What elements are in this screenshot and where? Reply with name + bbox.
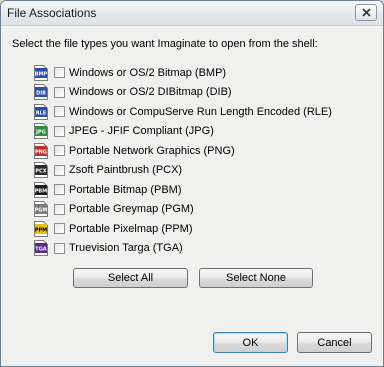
file-type-label: Portable Pixelmap (PPM) — [69, 222, 193, 235]
ok-button[interactable]: OK — [213, 332, 288, 353]
file-type-row[interactable]: JPG JPEG - JFIF Compliant (JPG) — [34, 122, 332, 142]
file-type-row[interactable]: PCX Zsoft Paintbrush (PCX) — [34, 161, 332, 181]
pbm-file-icon: PBM — [34, 181, 48, 198]
dialog-body: Select the file types you want Imaginate… — [1, 26, 383, 366]
file-type-icon-text: PNG — [35, 149, 47, 155]
file-type-icon-text: PGM — [35, 208, 48, 214]
bmp-file-icon: BMP — [34, 64, 48, 81]
file-type-label: Windows or OS/2 Bitmap (BMP) — [69, 66, 227, 79]
jpg-file-icon: JPG — [34, 123, 48, 140]
file-type-icon-text: TGA — [35, 247, 47, 253]
file-type-checkbox[interactable] — [54, 242, 65, 254]
file-type-icon-text: PPM — [35, 227, 47, 233]
file-type-icon-text: RLE — [36, 110, 47, 116]
title-bar[interactable]: File Associations — [1, 1, 383, 26]
file-type-label: Truevision Targa (TGA) — [69, 242, 183, 255]
file-type-label: Zsoft Paintbrush (PCX) — [69, 164, 183, 177]
file-type-checkbox[interactable] — [54, 145, 65, 157]
file-type-checkbox[interactable] — [54, 125, 65, 137]
file-type-checkbox[interactable] — [54, 164, 65, 176]
rle-file-icon: RLE — [34, 103, 48, 120]
select-none-button[interactable]: Select None — [199, 268, 313, 288]
file-type-row[interactable]: PBM Portable Bitmap (PBM) — [34, 180, 332, 200]
file-type-checkbox[interactable] — [54, 203, 65, 215]
file-type-checkbox[interactable] — [54, 106, 65, 118]
file-type-icon-text: JPG — [35, 130, 46, 136]
file-type-row[interactable]: PNG Portable Network Graphics (PNG) — [34, 141, 332, 161]
file-type-label: Portable Greymap (PGM) — [69, 203, 194, 216]
instruction-text: Select the file types you want Imaginate… — [12, 38, 318, 50]
file-associations-dialog: File Associations Select the file types … — [0, 0, 384, 367]
close-button[interactable] — [355, 4, 377, 21]
png-file-icon: PNG — [34, 142, 48, 159]
file-type-icon-text: PBM — [35, 188, 47, 194]
file-type-icon-text: DIB — [36, 91, 46, 97]
file-type-checkbox[interactable] — [54, 184, 65, 196]
file-type-list: BMP Windows or OS/2 Bitmap (BMP) DIB Window… — [34, 63, 332, 258]
file-type-label: Windows or OS/2 DIBitmap (DIB) — [69, 86, 232, 99]
file-type-row[interactable]: BMP Windows or OS/2 Bitmap (BMP) — [34, 63, 332, 83]
file-type-row[interactable]: PGM Portable Greymap (PGM) — [34, 200, 332, 220]
file-type-row[interactable]: TGA Truevision Targa (TGA) — [34, 239, 332, 259]
file-type-label: JPEG - JFIF Compliant (JPG) — [69, 125, 214, 138]
file-type-icon-text: BMP — [35, 71, 48, 77]
tga-file-icon: TGA — [34, 240, 48, 257]
file-type-checkbox[interactable] — [54, 223, 65, 235]
file-type-row[interactable]: PPM Portable Pixelmap (PPM) — [34, 219, 332, 239]
close-icon — [361, 8, 371, 17]
file-type-label: Portable Network Graphics (PNG) — [69, 144, 235, 157]
pgm-file-icon: PGM — [34, 201, 48, 218]
select-all-button[interactable]: Select All — [73, 268, 188, 288]
file-type-row[interactable]: DIB Windows or OS/2 DIBitmap (DIB) — [34, 83, 332, 103]
dib-file-icon: DIB — [34, 84, 48, 101]
pcx-file-icon: PCX — [34, 162, 48, 179]
ppm-file-icon: PPM — [34, 220, 48, 237]
file-type-label: Portable Bitmap (PBM) — [69, 183, 182, 196]
file-type-checkbox[interactable] — [54, 86, 65, 98]
file-type-label: Windows or CompuServe Run Length Encoded… — [69, 105, 332, 118]
window-title: File Associations — [7, 6, 97, 20]
file-type-checkbox[interactable] — [54, 67, 65, 79]
cancel-button[interactable]: Cancel — [297, 332, 372, 353]
file-type-icon-text: PCX — [35, 169, 46, 175]
file-type-row[interactable]: RLE Windows or CompuServe Run Length Enco… — [34, 102, 332, 122]
